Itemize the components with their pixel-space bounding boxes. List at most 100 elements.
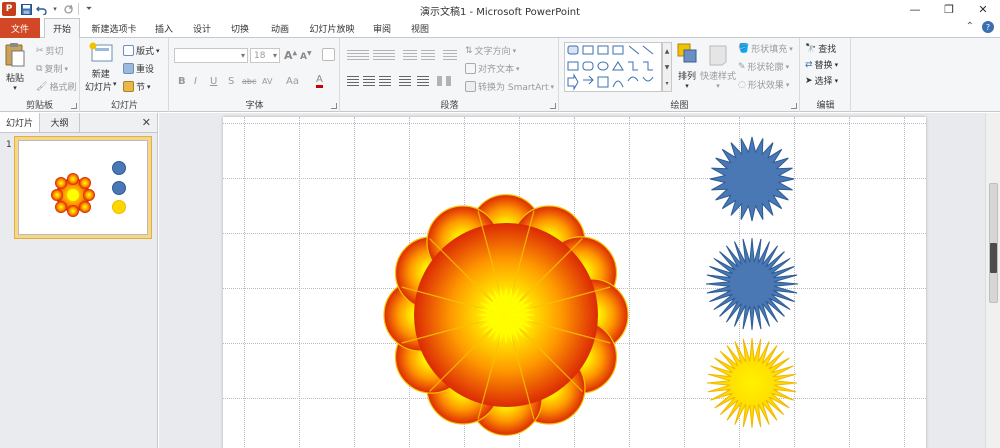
shrink-font-button[interactable]: A▼: [300, 50, 312, 62]
slide-thumbnail[interactable]: [14, 136, 152, 239]
tab-new-tab[interactable]: 新建选项卡: [86, 18, 142, 38]
shapes-gallery[interactable]: [564, 42, 662, 92]
italic-button[interactable]: I: [194, 76, 197, 87]
section-button[interactable]: 节 ▾: [123, 80, 151, 93]
font-color-icon[interactable]: A: [316, 75, 323, 88]
smartart-button[interactable]: 转换为 SmartArt ▾: [465, 80, 554, 93]
columns-icon[interactable]: [437, 76, 451, 86]
align-left-icon[interactable]: [347, 76, 359, 86]
bullets-icon[interactable]: [347, 50, 369, 60]
layout-button[interactable]: 版式 ▾: [123, 44, 160, 57]
tab-review[interactable]: 审阅: [366, 18, 398, 38]
find-button[interactable]: 🔭 查找: [805, 42, 836, 56]
tab-slides[interactable]: 幻灯片: [0, 113, 40, 132]
arrange-label: 排列: [677, 72, 696, 82]
font-launcher-icon[interactable]: [331, 103, 337, 109]
paragraph-launcher-icon[interactable]: [550, 103, 556, 109]
reset-button[interactable]: 重设: [123, 62, 154, 75]
blue-star-shape-1[interactable]: [709, 136, 795, 222]
text-direction-label: 文字方向: [474, 47, 511, 57]
restore-button[interactable]: ❐: [932, 0, 966, 18]
tab-home[interactable]: 开始: [44, 18, 80, 39]
numbering-icon[interactable]: [373, 50, 395, 60]
align-text-button[interactable]: 对齐文本 ▾: [465, 62, 520, 75]
change-case-button[interactable]: Aa: [286, 76, 299, 87]
font-group: ▾ 18 ▾ A▲ A▼ B I U S abc AV Aa A 字体: [170, 38, 340, 112]
cut-button[interactable]: ✂ 剪切: [36, 44, 64, 58]
select-button[interactable]: ➤ 选择 ▾: [805, 74, 839, 88]
distribute-icon[interactable]: [417, 76, 429, 86]
copy-button[interactable]: ⧉ 复制 ▾: [36, 62, 68, 76]
increase-indent-icon[interactable]: [421, 50, 435, 60]
grow-font-button[interactable]: A▲: [284, 49, 297, 62]
arrange-button[interactable]: 排列 ▾: [676, 42, 698, 90]
shadow-button[interactable]: S: [228, 76, 234, 87]
paint-bucket-icon: 🪣: [738, 43, 750, 54]
clear-format-icon[interactable]: [322, 48, 335, 61]
arrange-icon: [676, 42, 698, 69]
slide-canvas[interactable]: [223, 117, 926, 448]
help-icon[interactable]: ?: [982, 21, 994, 33]
align-center-icon[interactable]: [363, 76, 375, 86]
text-direction-button[interactable]: ⇅ 文字方向 ▾: [465, 44, 517, 58]
new-slide-button[interactable]: 新建 幻灯片 ▾: [85, 42, 117, 93]
binoculars-icon: 🔭: [805, 43, 817, 54]
window-title: 演示文稿1 - Microsoft PowerPoint: [419, 7, 581, 18]
tab-slideshow[interactable]: 幻灯片放映: [304, 18, 360, 38]
close-panel-icon[interactable]: ✕: [142, 116, 151, 129]
tab-file[interactable]: 文件: [0, 18, 40, 38]
text-direction-dropdown-icon: ▾: [512, 46, 517, 55]
shape-fill-button[interactable]: 🪣 形状填充 ▾: [738, 42, 793, 56]
gallery-more-icon[interactable]: ▾: [665, 80, 668, 87]
select-dropdown-icon: ▾: [834, 76, 839, 85]
tab-transitions[interactable]: 切换: [224, 18, 256, 38]
vertical-scrollbar[interactable]: [985, 113, 1000, 448]
new-slide-label: 新建: [91, 70, 110, 80]
format-painter-button[interactable]: 🖌 格式刷: [36, 80, 76, 94]
bold-button[interactable]: B: [178, 76, 186, 87]
align-text-icon: [465, 63, 476, 74]
shape-outline-button[interactable]: ✎ 形状轮廓 ▾: [738, 60, 789, 74]
font-size-combo[interactable]: 18 ▾: [250, 48, 280, 63]
thumbnail-preview: [51, 161, 126, 217]
replace-button[interactable]: ⇄ 替换 ▾: [805, 58, 838, 72]
gallery-up-icon[interactable]: ▲: [665, 48, 670, 55]
close-button[interactable]: ✕: [966, 0, 1000, 18]
ribbon: 粘贴 ▾ ✂ 剪切 ⧉ 复制 ▾ 🖌 格式刷 剪贴板 新建 幻灯片 ▾ 版式 ▾…: [0, 38, 1000, 112]
line-spacing-icon[interactable]: [443, 50, 457, 60]
tab-insert[interactable]: 插入: [148, 18, 180, 38]
copy-icon: ⧉: [36, 63, 43, 74]
editing-group-label: 编辑: [816, 101, 835, 111]
slides-panel-tabs: 幻灯片 大纲 ✕: [0, 113, 157, 133]
shape-effects-label: 形状效果: [747, 81, 784, 91]
quick-styles-button[interactable]: 快速样式 ▾: [700, 42, 736, 90]
drawing-launcher-icon[interactable]: [791, 103, 797, 109]
minimize-button[interactable]: —: [898, 0, 932, 18]
shape-effects-button[interactable]: ◌ 形状效果 ▾: [738, 78, 789, 92]
tab-view[interactable]: 视图: [404, 18, 436, 38]
thumbnail-flower: [51, 173, 95, 217]
minimize-ribbon-icon[interactable]: ⌃: [966, 21, 974, 33]
blue-star-shape-2[interactable]: [705, 237, 799, 331]
decrease-indent-icon[interactable]: [403, 50, 417, 60]
slides-group-label: 幻灯片: [110, 101, 138, 111]
underline-button[interactable]: U: [210, 76, 217, 87]
font-name-combo[interactable]: ▾: [174, 48, 248, 63]
new-slide-label-2: 幻灯片 ▾: [85, 80, 117, 93]
yellow-star-shape[interactable]: [706, 337, 798, 429]
tab-animations[interactable]: 动画: [262, 18, 298, 38]
justify-icon[interactable]: [399, 76, 411, 86]
clipboard-group: 粘贴 ▾ ✂ 剪切 ⧉ 复制 ▾ 🖌 格式刷 剪贴板: [0, 38, 80, 112]
tab-outline[interactable]: 大纲: [40, 113, 80, 132]
strikethrough-button[interactable]: abc: [242, 77, 256, 86]
paste-button[interactable]: 粘贴 ▾: [3, 42, 27, 92]
new-slide-icon: [88, 42, 114, 67]
shape-fill-dropdown-icon: ▾: [789, 44, 793, 53]
shape-fill-label: 形状填充: [751, 45, 788, 55]
clipboard-launcher-icon[interactable]: [71, 103, 77, 109]
align-right-icon[interactable]: [379, 76, 391, 86]
shapes-gallery-scroll[interactable]: ▲ ▼ ▾: [662, 42, 672, 92]
gallery-down-icon[interactable]: ▼: [665, 64, 670, 71]
tab-design[interactable]: 设计: [186, 18, 218, 38]
char-spacing-button[interactable]: AV: [262, 77, 272, 86]
